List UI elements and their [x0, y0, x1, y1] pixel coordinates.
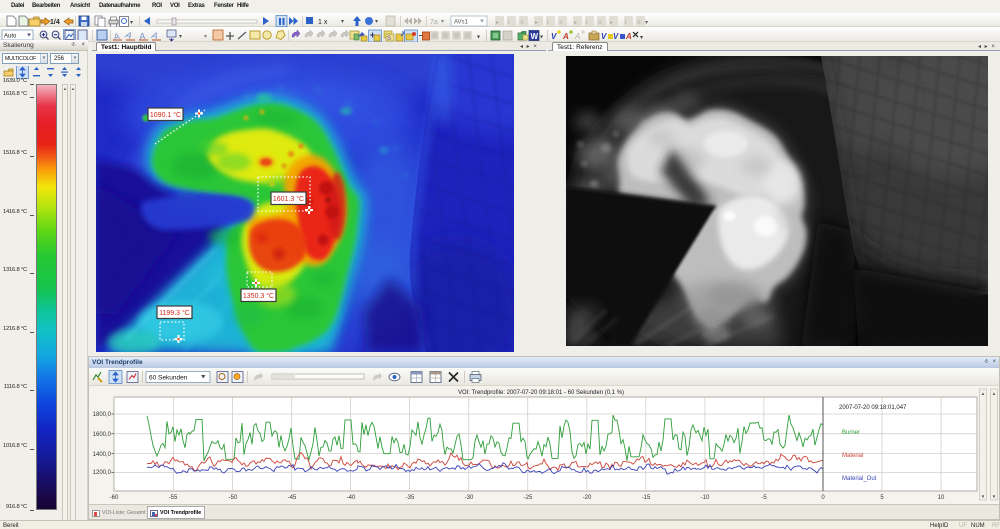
svg-text:5: 5 [880, 495, 884, 501]
svg-text:1601.3 °C: 1601.3 °C [273, 195, 304, 203]
svg-text:10: 10 [938, 495, 945, 501]
svg-text:▼: ▼ [992, 494, 996, 499]
svg-text:▾: ▾ [204, 34, 207, 40]
svg-text:1/4: 1/4 [50, 19, 60, 26]
svg-text:1200,0: 1200,0 [93, 470, 112, 476]
svg-text:AVs1: AVs1 [454, 20, 469, 26]
svg-text:A: A [111, 31, 121, 43]
svg-text:1400,0: 1400,0 [93, 452, 112, 458]
svg-text:-45: -45 [288, 495, 297, 501]
svg-text:▲: ▲ [992, 391, 996, 396]
svg-text:W: W [531, 32, 539, 41]
svg-text:1 x: 1 x [318, 19, 328, 26]
svg-text:▾: ▾ [179, 34, 182, 40]
svg-text:-60: -60 [110, 495, 119, 501]
svg-text:0: 0 [821, 495, 825, 501]
svg-text:-10: -10 [701, 495, 710, 501]
svg-text:▾: ▾ [477, 35, 480, 41]
svg-text:▾: ▾ [645, 20, 648, 26]
svg-text:VOI: Trendprofile: 2007-07-20: VOI: Trendprofile: 2007-07-20 09:18:01 -… [458, 390, 624, 396]
svg-text:-25: -25 [524, 495, 533, 501]
svg-text:-5: -5 [761, 495, 767, 501]
svg-text:≡: ≡ [520, 20, 524, 26]
svg-text:V: V [601, 32, 607, 41]
svg-text:▾: ▾ [341, 19, 344, 25]
svg-text:V: V [551, 32, 557, 41]
svg-text:Material_Out: Material_Out [842, 476, 877, 482]
svg-text:▼: ▼ [981, 494, 985, 499]
svg-text:Burner: Burner [842, 430, 860, 436]
svg-text:▾: ▾ [375, 19, 378, 25]
svg-text:▸: ▸ [496, 20, 499, 26]
svg-text:≡: ≡ [559, 20, 563, 26]
svg-text:V: V [613, 32, 619, 41]
svg-text:▾: ▾ [540, 35, 543, 41]
svg-text:▲: ▲ [981, 391, 985, 396]
svg-text:▸: ▸ [535, 20, 538, 26]
svg-text:1800,0: 1800,0 [93, 412, 112, 418]
svg-text:▸: ▸ [574, 20, 577, 26]
svg-text:1600,0: 1600,0 [93, 432, 112, 438]
svg-text:Material: Material [842, 453, 863, 459]
svg-text:-35: -35 [406, 495, 415, 501]
svg-text:A: A [123, 29, 133, 41]
svg-text:2007-07-20 09:18:01,047: 2007-07-20 09:18:01,047 [839, 405, 907, 411]
svg-text:≡: ≡ [637, 20, 641, 26]
svg-text:-40: -40 [347, 495, 356, 501]
svg-text:1199.3 °C: 1199.3 °C [159, 309, 190, 317]
svg-text:▸: ▸ [610, 20, 613, 26]
svg-text:-50: -50 [229, 495, 238, 501]
svg-text:-20: -20 [583, 495, 592, 501]
svg-text:▾: ▾ [441, 19, 444, 25]
svg-text:A: A [574, 32, 580, 41]
svg-text:-55: -55 [169, 495, 178, 501]
svg-text:7a: 7a [430, 19, 438, 26]
svg-text:60 Sekunden: 60 Sekunden [149, 375, 188, 382]
svg-text:Auto: Auto [4, 34, 17, 40]
svg-text:-15: -15 [642, 495, 651, 501]
svg-text:▾: ▾ [640, 35, 643, 41]
svg-text:▾: ▾ [130, 20, 133, 26]
svg-text:A: A [150, 30, 159, 41]
svg-text:1090.1 °C: 1090.1 °C [150, 111, 181, 119]
svg-text:-30: -30 [465, 495, 474, 501]
svg-text:1350.3 °C: 1350.3 °C [243, 292, 274, 300]
svg-text:A: A [625, 32, 632, 41]
svg-text:A: A [562, 32, 569, 41]
svg-text:≡: ≡ [598, 20, 602, 26]
